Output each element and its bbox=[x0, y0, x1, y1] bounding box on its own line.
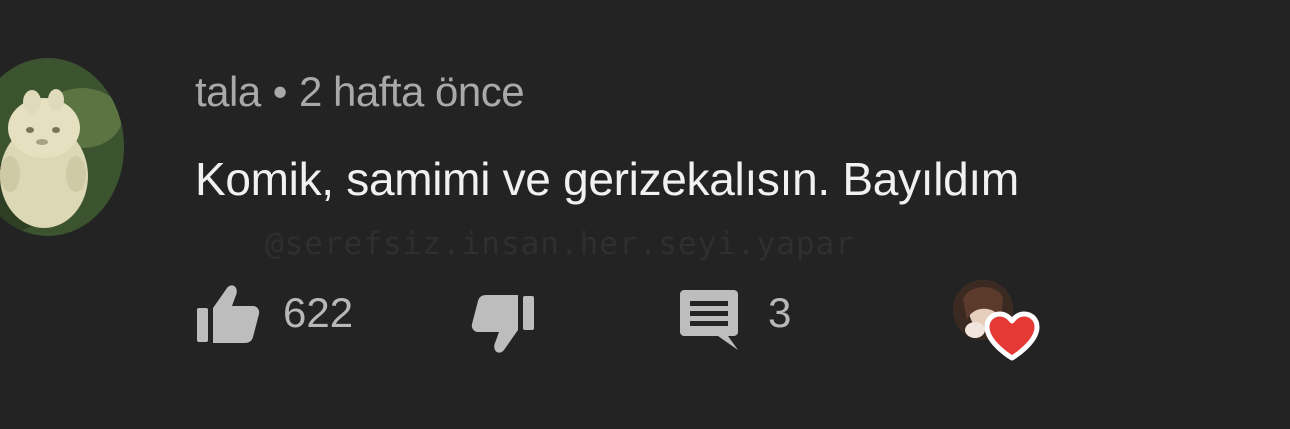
thumbs-down-icon bbox=[471, 295, 534, 353]
avatar-image bbox=[0, 58, 124, 236]
reply-count: 3 bbox=[768, 289, 792, 336]
comment-actions: 622 3 bbox=[195, 280, 1095, 361]
comment-icon bbox=[680, 290, 738, 350]
author-avatar[interactable] bbox=[0, 58, 124, 236]
watermark: @serefsiz.insan.her.seyi.yapar bbox=[265, 226, 855, 262]
heart-badge bbox=[983, 310, 1041, 367]
like-count: 622 bbox=[283, 289, 354, 336]
creator-heart[interactable] bbox=[953, 280, 1048, 361]
dislike-button[interactable] bbox=[470, 294, 536, 356]
meta-separator: • bbox=[272, 68, 288, 115]
author-name[interactable]: tala bbox=[195, 68, 261, 115]
comment-time[interactable]: 2 hafta önce bbox=[299, 68, 525, 115]
like-button[interactable]: 622 bbox=[195, 282, 353, 344]
reply-button[interactable]: 3 bbox=[678, 289, 792, 352]
heart-icon bbox=[984, 311, 1040, 361]
comment-text: Komik, samimi ve gerizekalısın. Bayıldım bbox=[195, 153, 1019, 205]
comment-meta: tala • 2 hafta önce bbox=[195, 68, 525, 116]
comment-item: tala • 2 hafta önce Komik, samimi ve geriz… bbox=[0, 0, 1290, 429]
thumbs-up-icon bbox=[197, 285, 260, 343]
